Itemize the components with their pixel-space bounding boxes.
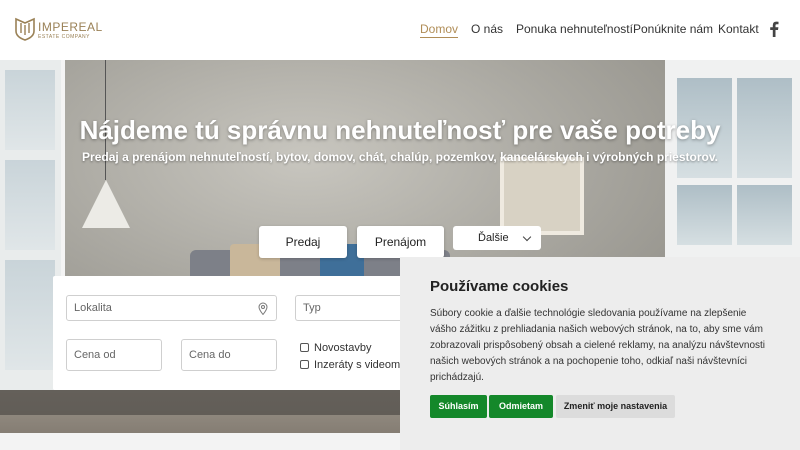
hero-subtitle: Predaj a prenájom nehnuteľností, bytov, … [82,150,718,164]
price-to-field[interactable]: Cena do [181,339,277,371]
nav-item-home[interactable]: Domov [420,22,459,38]
hero-title: Nájdeme tú správnu nehnuteľnosť pre vaše… [79,115,721,145]
video-ads-checkbox[interactable]: Inzeráty s videom [300,359,400,371]
new-builds-label: Novostavby [314,342,372,354]
tab-sale[interactable]: Predaj [259,226,347,258]
cookie-reject-button[interactable]: Odmietam [489,395,553,418]
chevron-down-icon [522,232,532,242]
tab-more-label: Ďalšie [478,232,509,244]
nav-item-contact[interactable]: Kontakt [718,22,759,36]
brand-name: IMPEREAL [38,20,103,34]
tab-more-select[interactable]: Ďalšie [453,226,541,250]
wall-picture-frame [500,157,584,235]
new-builds-checkbox[interactable]: Novostavby [300,342,371,354]
location-placeholder: Lokalita [74,302,112,314]
brand-subtitle: ESTATE COMPANY [38,34,91,40]
pendant-lamp [82,180,130,228]
rug [0,390,420,415]
video-ads-label: Inzeráty s videom [314,359,401,371]
site-header: IMPEREAL ESTATE COMPANY Domov O nás Ponu… [0,0,800,60]
tab-rent[interactable]: Prenájom [357,226,444,258]
cookie-banner: Používame cookies Súbory cookie a ďalšie… [400,257,800,450]
cookie-text: Súbory cookie a ďalšie technológie sledo… [430,308,766,383]
logo-mark-icon [15,17,35,41]
cookie-accept-button[interactable]: Súhlasím [430,395,487,418]
cookie-title: Používame cookies [430,278,569,295]
price-from-field[interactable]: Cena od [66,339,162,371]
checkbox-icon [300,360,309,369]
price-from-placeholder: Cena od [74,349,116,361]
brand-logo[interactable]: IMPEREAL ESTATE COMPANY [14,17,114,45]
nav-item-listings[interactable]: Ponuka nehnuteľností [516,22,633,36]
location-field[interactable]: Lokalita [66,295,277,321]
type-placeholder: Typ [303,302,321,314]
price-to-placeholder: Cena do [189,349,231,361]
nav-item-about[interactable]: O nás [471,22,503,36]
checkbox-icon [300,343,309,352]
cookie-settings-button[interactable]: Zmeniť moje nastavenia [556,395,675,418]
facebook-icon[interactable] [769,21,779,37]
location-pin-icon [258,302,268,315]
nav-item-offer[interactable]: Ponúknite nám [633,22,713,36]
